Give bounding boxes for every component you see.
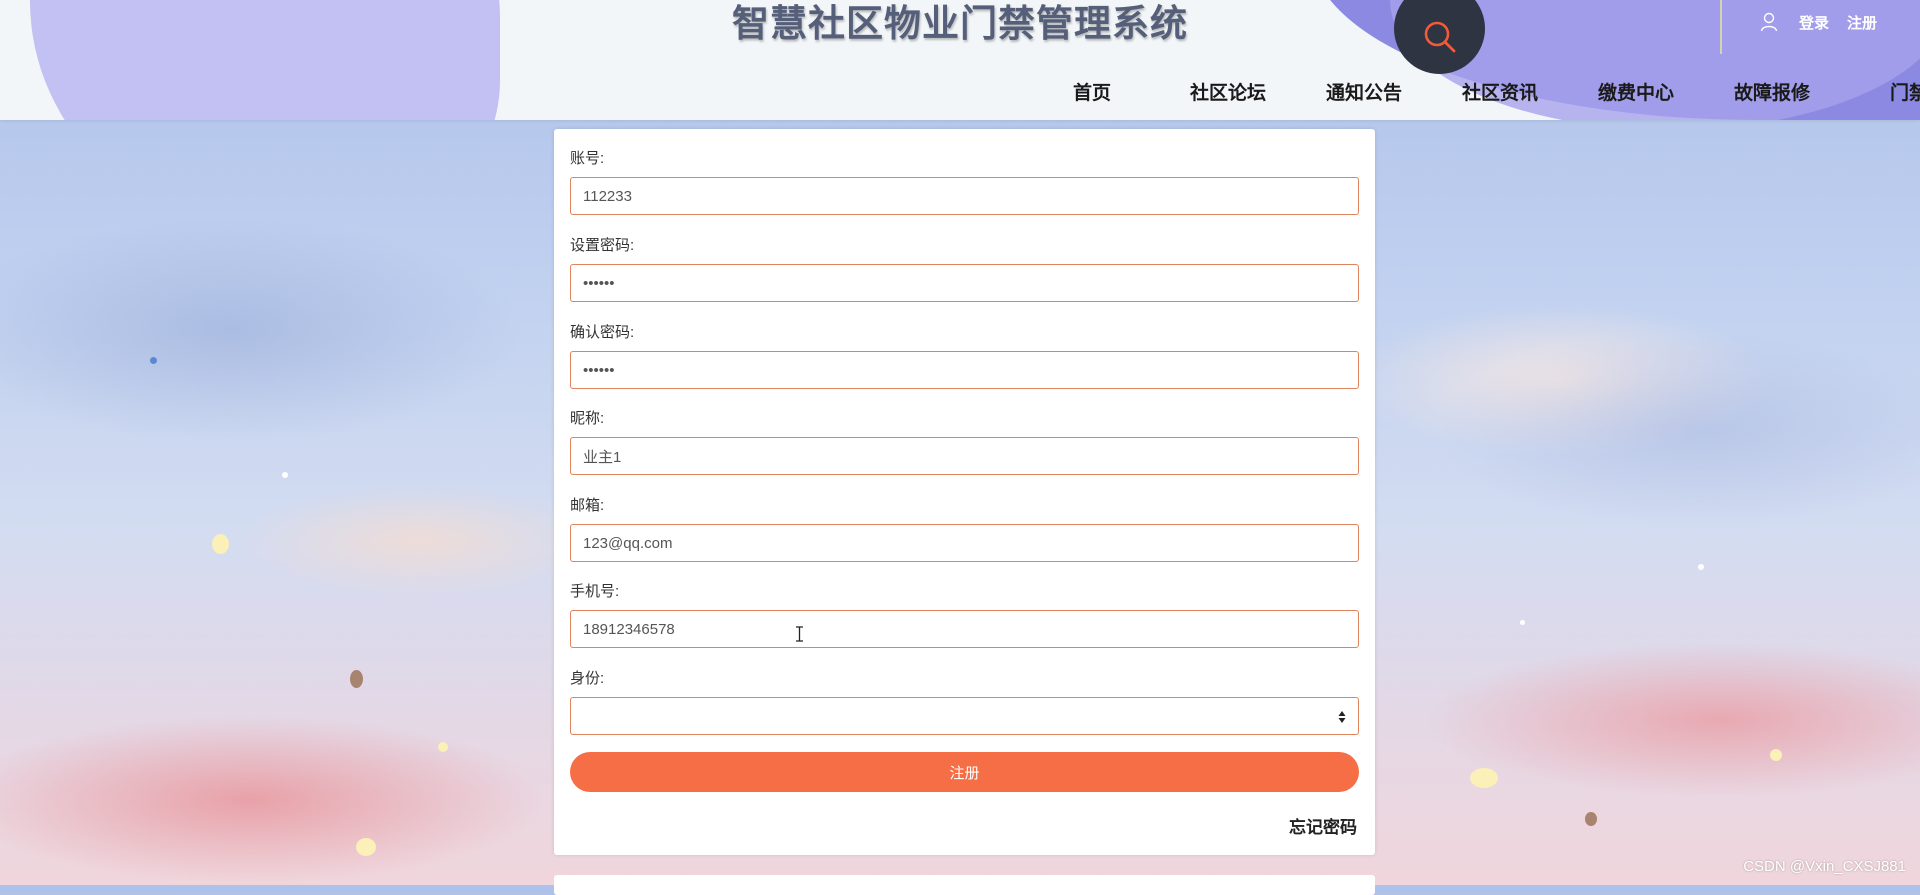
register-link[interactable]: 注册 — [1847, 12, 1877, 33]
nav-item-forum[interactable]: 社区论坛 — [1160, 78, 1296, 105]
site-title: 智慧社区物业门禁管理系统 — [732, 3, 1188, 44]
password-label: 设置密码: — [570, 237, 635, 254]
nav-item-home[interactable]: 首页 — [1024, 78, 1160, 105]
password-input[interactable] — [570, 264, 1359, 302]
header-divider — [1720, 0, 1722, 54]
register-submit-button[interactable]: 注册 — [570, 752, 1359, 792]
user-icon — [1760, 12, 1778, 32]
background-petal — [212, 534, 229, 554]
nickname-label: 昵称: — [570, 410, 605, 427]
nav-item-notices[interactable]: 通知公告 — [1296, 78, 1432, 105]
site-header: 智慧社区物业门禁管理系统 登录 注册 首页 社区论坛 通知公告 社区资讯 缴费中… — [0, 0, 1920, 120]
phone-input[interactable] — [570, 610, 1359, 648]
login-link[interactable]: 登录 — [1799, 12, 1829, 33]
watermark: CSDN @Vxin_CXSJ881 — [1743, 858, 1906, 875]
select-arrows-icon — [1338, 711, 1346, 723]
register-form: 账号: 设置密码: 确认密码: 昵称: 邮箱: 手机号: 身份: 注册 忘记密码 — [554, 129, 1375, 855]
confirm-password-label: 确认密码: — [570, 324, 635, 341]
account-label: 账号: — [570, 150, 605, 167]
confirm-password-input[interactable] — [570, 351, 1359, 389]
text-cursor-icon — [796, 626, 803, 642]
nav-item-repair[interactable]: 故障报修 — [1704, 78, 1840, 105]
nav-item-payment[interactable]: 缴费中心 — [1568, 78, 1704, 105]
background-speck — [1520, 620, 1525, 625]
background-petal — [350, 670, 363, 688]
background-petal — [1585, 812, 1597, 826]
background-petal — [356, 838, 376, 856]
background-petal — [438, 742, 448, 752]
identity-label: 身份: — [570, 670, 605, 687]
background-speck — [150, 357, 157, 364]
background-petal — [1770, 749, 1782, 761]
email-label: 邮箱: — [570, 497, 605, 514]
forgot-password-link[interactable]: 忘记密码 — [1289, 813, 1357, 838]
background-petal — [1470, 768, 1498, 788]
main-nav: 首页 社区论坛 通知公告 社区资讯 缴费中心 故障报修 门禁列表 — [1024, 78, 1920, 105]
nav-item-access-list[interactable]: 门禁列表 — [1840, 78, 1920, 105]
background-speck — [282, 472, 288, 478]
secondary-card — [554, 875, 1375, 895]
identity-select[interactable] — [570, 697, 1359, 735]
nav-item-news[interactable]: 社区资讯 — [1432, 78, 1568, 105]
account-input[interactable] — [570, 177, 1359, 215]
phone-label: 手机号: — [570, 583, 620, 600]
background-speck — [1698, 564, 1704, 570]
search-icon — [1424, 21, 1455, 52]
email-input[interactable] — [570, 524, 1359, 562]
nickname-input[interactable] — [570, 437, 1359, 475]
